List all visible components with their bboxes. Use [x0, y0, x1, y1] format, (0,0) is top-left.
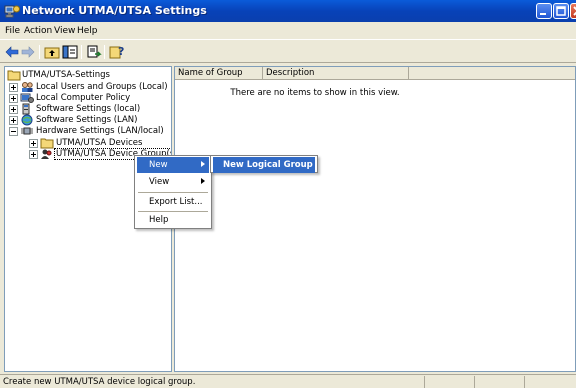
- tree-item-label: Software Settings (local): [36, 104, 141, 114]
- menu-item-label: New: [149, 160, 168, 170]
- menu-action[interactable]: Action: [24, 26, 52, 36]
- device-group-icon: [40, 148, 54, 160]
- column-header-name[interactable]: Name of Group: [175, 67, 263, 80]
- status-panel: [424, 376, 474, 388]
- show-hide-tree-icon[interactable]: [62, 44, 78, 60]
- column-header-filler: [409, 67, 575, 80]
- menu-item-label: View: [149, 177, 170, 187]
- submenu-arrow-icon: [201, 178, 205, 184]
- status-panel: [524, 376, 576, 388]
- help-icon[interactable]: ?: [109, 44, 125, 60]
- toolbar-separator: [104, 45, 105, 59]
- context-menu-item-new[interactable]: New: [137, 157, 209, 173]
- tree-item-label: UTMA/UTSA Devices: [56, 138, 143, 148]
- maximize-button[interactable]: [553, 3, 569, 19]
- network-settings-icon: [4, 3, 20, 19]
- menu-item-label: Export List...: [149, 197, 203, 207]
- empty-list-message: There are no items to show in this view.: [230, 88, 400, 98]
- toolbar-separator: [39, 45, 40, 59]
- expand-plus-icon[interactable]: [9, 83, 18, 92]
- minimize-button[interactable]: [536, 3, 552, 19]
- submenu-item-new-logical-group[interactable]: New Logical Group: [213, 157, 315, 173]
- menu-help[interactable]: Help: [77, 26, 98, 36]
- menu-separator: [138, 192, 208, 193]
- tree-item-label: Local Users and Groups (Local): [36, 82, 168, 92]
- export-list-icon[interactable]: [86, 44, 102, 60]
- column-header-description[interactable]: Description: [263, 67, 409, 80]
- toolbar: ?: [0, 41, 576, 63]
- expand-plus-icon[interactable]: [29, 150, 38, 159]
- expand-plus-icon[interactable]: [9, 116, 18, 125]
- expand-plus-icon[interactable]: [9, 94, 18, 103]
- forward-arrow-icon[interactable]: [20, 44, 36, 60]
- toolbar-separator: [81, 45, 82, 59]
- window-title: Network UTMA/UTSA Settings: [22, 4, 207, 17]
- folder-icon: [7, 69, 21, 81]
- expand-plus-icon[interactable]: [9, 105, 18, 114]
- context-menu-item-export-list[interactable]: Export List...: [137, 194, 209, 210]
- status-panel: [474, 376, 524, 388]
- status-bar: Create new UTMA/UTSA device logical grou…: [0, 374, 576, 388]
- context-menu-item-view[interactable]: View: [137, 174, 209, 190]
- context-menu: New View Export List... Help: [134, 155, 212, 229]
- expand-plus-icon[interactable]: [29, 139, 38, 148]
- close-button[interactable]: [570, 3, 576, 19]
- back-arrow-icon[interactable]: [4, 44, 20, 60]
- tree-item-label: Software Settings (LAN): [36, 115, 138, 125]
- context-menu-item-help[interactable]: Help: [137, 212, 209, 228]
- tree-item-label: Local Computer Policy: [36, 93, 131, 103]
- svg-text:?: ?: [118, 45, 124, 58]
- tree-root-label: UTMA/UTSA-Settings: [22, 70, 110, 80]
- tree-item-label: Hardware Settings (LAN/local): [36, 126, 164, 136]
- submenu-arrow-icon: [201, 161, 205, 167]
- up-folder-icon[interactable]: [44, 44, 60, 60]
- title-bar[interactable]: Network UTMA/UTSA Settings: [0, 0, 576, 22]
- menu-item-label: Help: [149, 215, 169, 225]
- collapse-minus-icon[interactable]: [9, 127, 18, 136]
- hardware-icon: [20, 125, 34, 137]
- menu-file[interactable]: File: [5, 26, 20, 36]
- submenu-new: New Logical Group: [210, 155, 318, 173]
- status-text: Create new UTMA/UTSA device logical grou…: [3, 377, 196, 387]
- list-pane[interactable]: Name of Group Description There are no i…: [174, 66, 576, 372]
- menu-view[interactable]: View: [54, 26, 75, 36]
- app-window: Network UTMA/UTSA Settings File Action V…: [0, 0, 576, 388]
- menu-bar: File Action View Help: [0, 22, 576, 40]
